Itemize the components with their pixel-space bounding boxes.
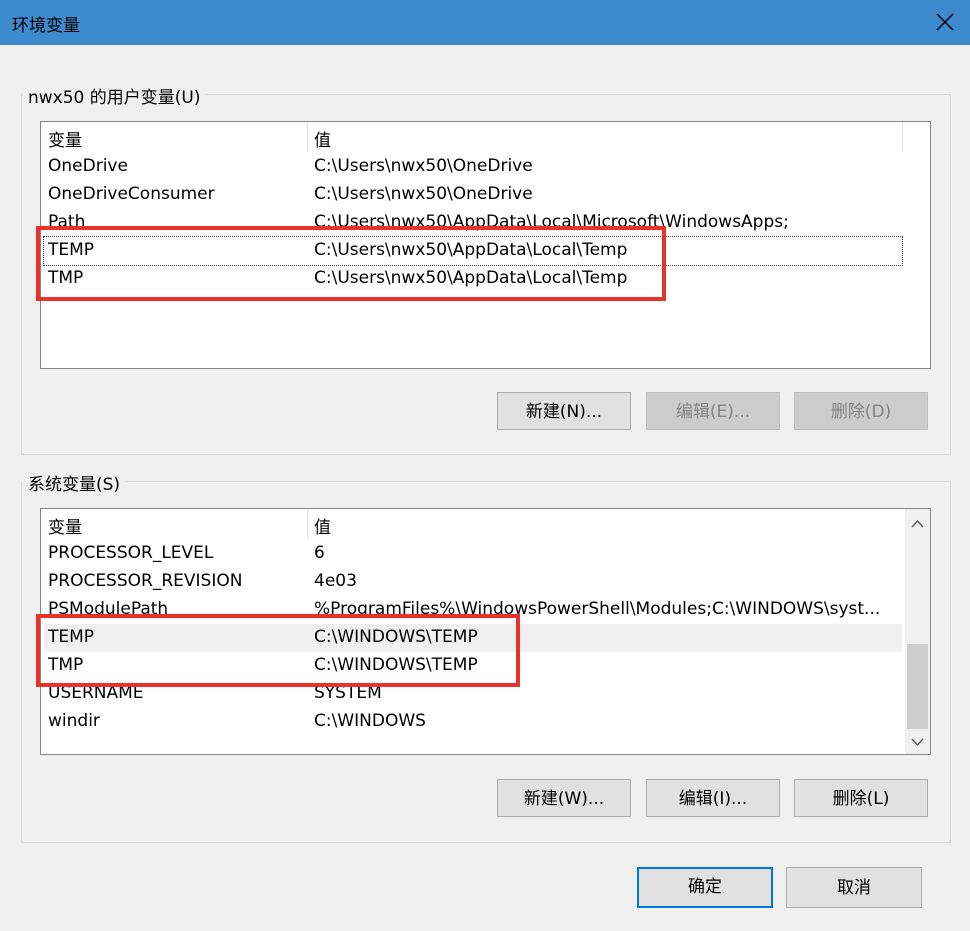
system-var-row[interactable]: windir C:\WINDOWS	[44, 708, 902, 736]
highlight-box-user	[36, 226, 666, 301]
system-vars-group-label: 系统变量(S)	[22, 470, 127, 495]
system-var-row[interactable]: PROCESSOR_REVISION 4e03	[44, 568, 902, 596]
column-divider[interactable]	[307, 122, 308, 152]
scroll-down-button[interactable]	[905, 729, 930, 754]
var-value: C:\Users\nwx50\OneDrive	[314, 156, 533, 176]
column-header-value[interactable]: 值	[314, 126, 331, 151]
close-icon	[936, 13, 954, 31]
var-value: 6	[314, 543, 325, 563]
var-name: PROCESSOR_LEVEL	[48, 543, 214, 563]
system-vars-header: 变量 值	[41, 509, 930, 539]
cancel-button[interactable]: 取消	[786, 867, 922, 908]
scroll-up-button[interactable]	[905, 512, 930, 537]
var-name: windir	[48, 711, 100, 731]
user-edit-button[interactable]: 编辑(E)...	[646, 392, 780, 430]
user-vars-group-label: nwx50 的用户变量(U)	[22, 83, 207, 108]
system-var-row[interactable]: PROCESSOR_LEVEL 6	[44, 540, 902, 568]
var-name: OneDriveConsumer	[48, 184, 215, 204]
user-delete-button[interactable]: 删除(D)	[794, 392, 928, 430]
column-divider[interactable]	[902, 122, 903, 152]
user-var-row[interactable]: OneDrive C:\Users\nwx50\OneDrive	[44, 153, 902, 181]
ok-button[interactable]: 确定	[637, 867, 773, 908]
var-value: C:\WINDOWS	[314, 711, 426, 731]
column-divider[interactable]	[307, 509, 308, 539]
title-bar: 环境变量	[0, 0, 970, 45]
user-new-button[interactable]: 新建(N)...	[497, 392, 631, 430]
var-value: C:\Users\nwx50\OneDrive	[314, 184, 533, 204]
close-button[interactable]	[920, 0, 970, 45]
user-vars-header: 变量 值	[41, 122, 930, 152]
var-value: 4e03	[314, 571, 357, 591]
var-name: OneDrive	[48, 156, 128, 176]
column-header-variable[interactable]: 变量	[48, 513, 82, 538]
chevron-down-icon	[911, 738, 924, 747]
column-header-variable[interactable]: 变量	[48, 126, 82, 151]
chevron-up-icon	[911, 519, 924, 528]
window-title: 环境变量	[12, 16, 80, 36]
highlight-box-system	[36, 614, 520, 687]
system-new-button[interactable]: 新建(W)...	[497, 779, 631, 817]
system-edit-button[interactable]: 编辑(I)...	[646, 779, 780, 817]
scrollbar-thumb[interactable]	[907, 644, 928, 729]
column-header-value[interactable]: 值	[314, 513, 331, 538]
system-delete-button[interactable]: 删除(L)	[794, 779, 928, 817]
vertical-scrollbar[interactable]	[905, 509, 930, 754]
var-name: PROCESSOR_REVISION	[48, 571, 243, 591]
user-var-row[interactable]: OneDriveConsumer C:\Users\nwx50\OneDrive	[44, 181, 902, 209]
